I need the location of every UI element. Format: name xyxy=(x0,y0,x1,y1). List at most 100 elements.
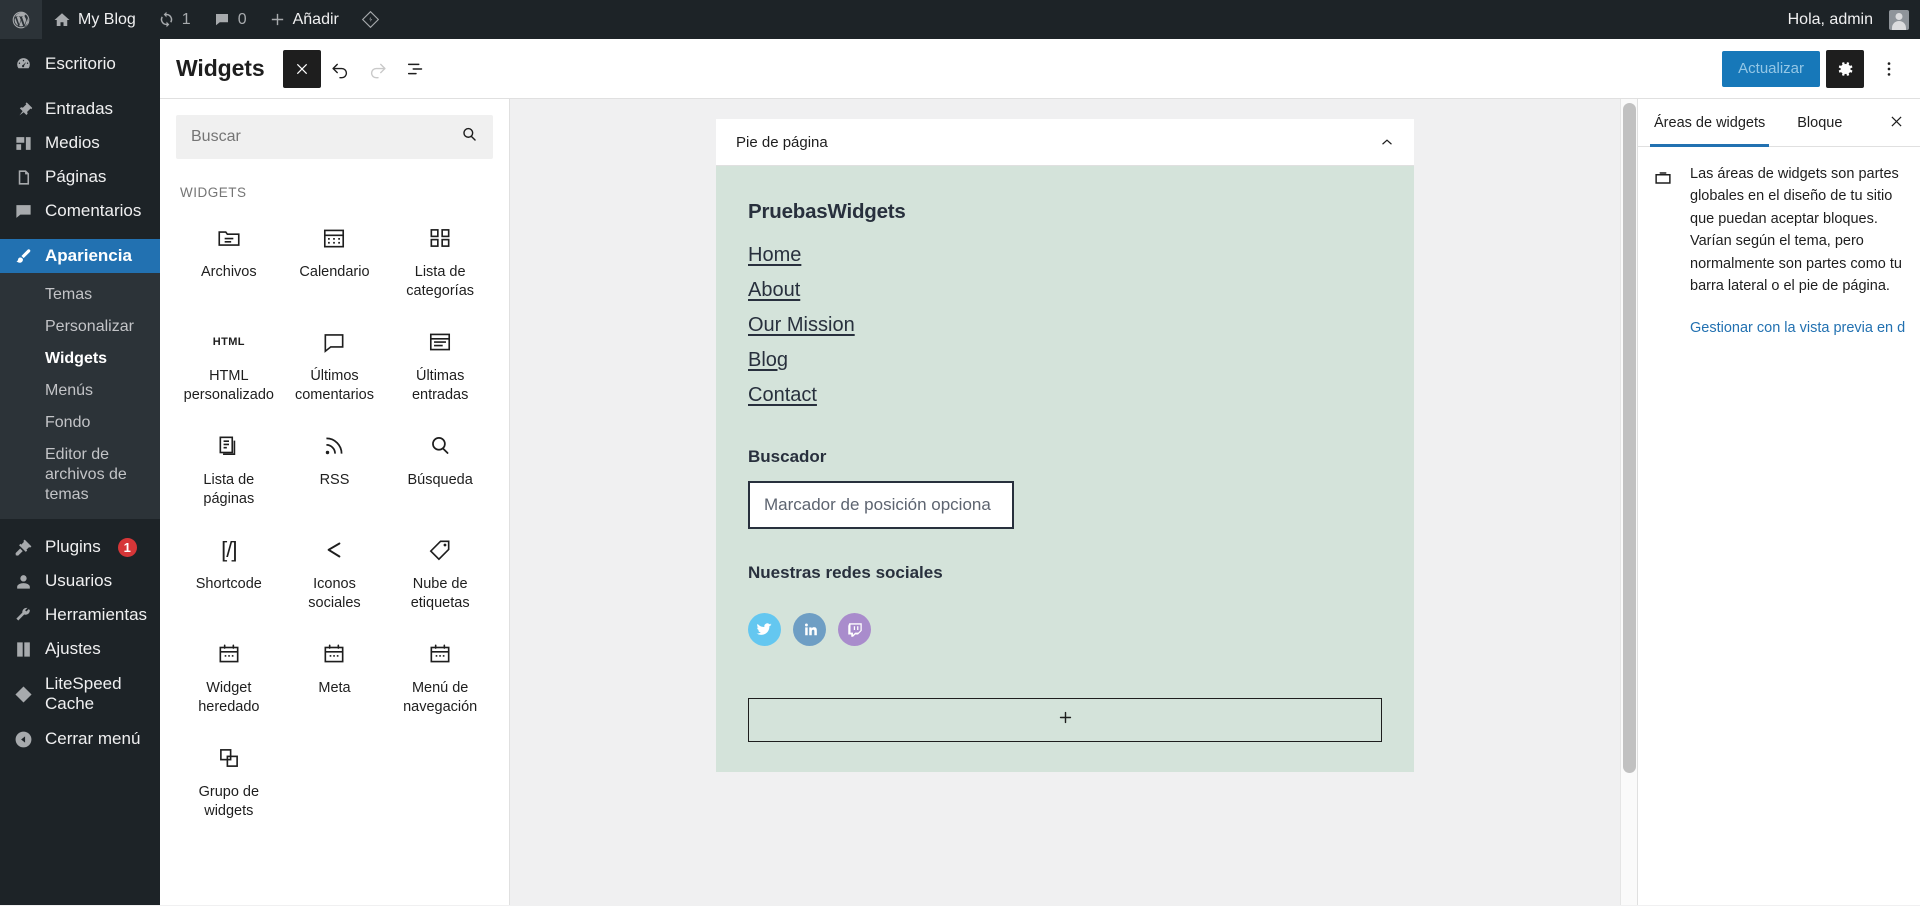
widget-ultimas-entradas[interactable]: Últimas entradas xyxy=(387,312,493,416)
widget-lista-de-paginas[interactable]: Lista de páginas xyxy=(176,416,282,520)
site-title-block[interactable]: PruebasWidgets xyxy=(748,200,1382,224)
sidebar-item-litespeed-cache[interactable]: LiteSpeed Cache xyxy=(0,677,160,711)
plus-icon xyxy=(1057,709,1074,731)
widget-nube-de-etiquetas[interactable]: Nube de etiquetas xyxy=(387,520,493,624)
admin-bar-right: Hola, admin xyxy=(1777,0,1920,39)
submenu-item-temas[interactable]: Temas xyxy=(0,279,160,311)
widget-label: Nube de etiquetas xyxy=(394,575,486,612)
widget-rss[interactable]: RSS xyxy=(282,416,388,520)
wrench-icon xyxy=(12,606,34,625)
list-view-button[interactable] xyxy=(397,50,435,88)
scrollbar-thumb[interactable] xyxy=(1623,103,1636,773)
updates-icon xyxy=(158,11,175,28)
page-title: Widgets xyxy=(176,55,265,82)
admin-sidebar-menu: Escritorio Entradas Medios Páginas Comen… xyxy=(0,39,160,905)
sidebar-item-escritorio[interactable]: Escritorio xyxy=(0,47,160,81)
twitch-icon[interactable] xyxy=(838,613,871,646)
more-options-button[interactable] xyxy=(1870,50,1908,88)
comment-icon xyxy=(213,11,231,29)
sidebar-item-ajustes[interactable]: Ajustes xyxy=(0,632,160,666)
comment-icon xyxy=(12,202,34,221)
search-block-input[interactable] xyxy=(748,481,1014,529)
submenu-item-fondo[interactable]: Fondo xyxy=(0,407,160,439)
sidebar-item-medios[interactable]: Medios xyxy=(0,126,160,160)
sidebar-label: Entradas xyxy=(45,99,113,119)
linkedin-icon[interactable] xyxy=(793,613,826,646)
submenu-item-editor-archivos-temas[interactable]: Editor de archivos de temas xyxy=(0,439,160,511)
nav-link-contact[interactable]: Contact xyxy=(748,384,817,407)
legacy-widget-icon xyxy=(427,638,453,670)
widget-lista-de-categorias[interactable]: Lista de categorías xyxy=(387,208,493,312)
sidebar-item-paginas[interactable]: Páginas xyxy=(0,160,160,194)
avatar xyxy=(1889,10,1909,30)
new-content-menu[interactable]: Añadir xyxy=(258,0,350,39)
html-icon: HTML xyxy=(213,326,245,358)
sidebar-item-herramientas[interactable]: Herramientas xyxy=(0,598,160,632)
litespeed-icon xyxy=(12,685,34,704)
widget-shortcode[interactable]: [/] Shortcode xyxy=(176,520,282,624)
canvas-scrollbar[interactable] xyxy=(1620,99,1637,905)
undo-button[interactable] xyxy=(321,50,359,88)
sidebar-item-comentarios[interactable]: Comentarios xyxy=(0,194,160,228)
wordpress-icon xyxy=(11,10,31,30)
nav-link-our-mission[interactable]: Our Mission xyxy=(748,314,855,337)
updates-menu[interactable]: 1 xyxy=(147,0,202,39)
sidebar-item-cerrar-menu[interactable]: Cerrar menú xyxy=(0,722,160,756)
block-inserter-panel: WIDGETS Archivos xyxy=(160,99,510,905)
widget-calendario[interactable]: Calendario xyxy=(282,208,388,312)
submenu-item-widgets[interactable]: Widgets xyxy=(0,343,160,375)
user-icon xyxy=(12,572,34,591)
close-icon xyxy=(1888,113,1905,133)
comments-menu[interactable]: 0 xyxy=(202,0,258,39)
search-block-heading[interactable]: Buscador xyxy=(748,447,1382,467)
close-sidebar-button[interactable] xyxy=(1876,99,1916,146)
widget-ultimos-comentarios[interactable]: Últimos comentarios xyxy=(282,312,388,416)
my-account-menu[interactable]: Hola, admin xyxy=(1777,0,1920,39)
tab-areas-de-widgets[interactable]: Áreas de widgets xyxy=(1638,99,1781,146)
sidebar-item-apariencia[interactable]: Apariencia xyxy=(0,239,160,273)
wp-logo-menu[interactable] xyxy=(0,0,42,39)
sidebar-item-usuarios[interactable]: Usuarios xyxy=(0,564,160,598)
site-name-label: My Blog xyxy=(78,11,136,29)
settings-button[interactable] xyxy=(1826,50,1864,88)
nav-link-blog[interactable]: Blog xyxy=(748,349,788,372)
social-block-heading[interactable]: Nuestras redes sociales xyxy=(748,563,1382,583)
widget-meta[interactable]: Meta xyxy=(282,624,388,728)
litespeed-menu[interactable] xyxy=(350,0,391,39)
widget-label: Archivos xyxy=(201,263,257,282)
twitter-icon[interactable] xyxy=(748,613,781,646)
tag-icon xyxy=(427,534,453,566)
sidebar-item-entradas[interactable]: Entradas xyxy=(0,92,160,126)
submenu-item-menus[interactable]: Menús xyxy=(0,375,160,407)
submenu-item-personalizar[interactable]: Personalizar xyxy=(0,311,160,343)
chevron-up-icon[interactable] xyxy=(1378,133,1396,151)
widget-busqueda[interactable]: Búsqueda xyxy=(387,416,493,520)
sidebar-item-plugins[interactable]: Plugins 1 xyxy=(0,530,160,564)
manage-live-preview-link[interactable]: Gestionar con la vista previa en directo xyxy=(1690,320,1906,336)
updates-count: 1 xyxy=(182,11,191,29)
inserter-scroll-area: WIDGETS Archivos xyxy=(160,175,509,905)
widget-widget-heredado[interactable]: Widget heredado xyxy=(176,624,282,728)
add-block-button[interactable] xyxy=(748,698,1382,742)
widget-archivos[interactable]: Archivos xyxy=(176,208,282,312)
widget-grupo-de-widgets[interactable]: Grupo de widgets xyxy=(176,728,282,832)
canvas-inner: Pie de página PruebasWidgets Home About … xyxy=(510,99,1620,905)
site-name-menu[interactable]: My Blog xyxy=(42,0,147,39)
redo-button[interactable] xyxy=(359,50,397,88)
collapse-icon xyxy=(12,730,34,749)
sidebar-label: Escritorio xyxy=(45,54,116,74)
update-button[interactable]: Actualizar xyxy=(1722,51,1820,87)
tab-bloque[interactable]: Bloque xyxy=(1781,99,1858,146)
plugin-icon xyxy=(12,538,34,557)
search-input[interactable] xyxy=(176,115,493,159)
nav-link-about[interactable]: About xyxy=(748,279,800,302)
close-inserter-button[interactable] xyxy=(283,50,321,88)
litespeed-icon xyxy=(361,10,380,29)
widget-area-header[interactable]: Pie de página xyxy=(716,119,1414,166)
widget-menu-de-navegacion[interactable]: Menú de navegación xyxy=(387,624,493,728)
widget-html-personalizado[interactable]: HTML HTML personalizado xyxy=(176,312,282,416)
category-list-icon xyxy=(427,222,453,254)
brush-icon xyxy=(12,247,34,266)
widget-iconos-sociales[interactable]: Iconos sociales xyxy=(282,520,388,624)
nav-link-home[interactable]: Home xyxy=(748,244,801,267)
